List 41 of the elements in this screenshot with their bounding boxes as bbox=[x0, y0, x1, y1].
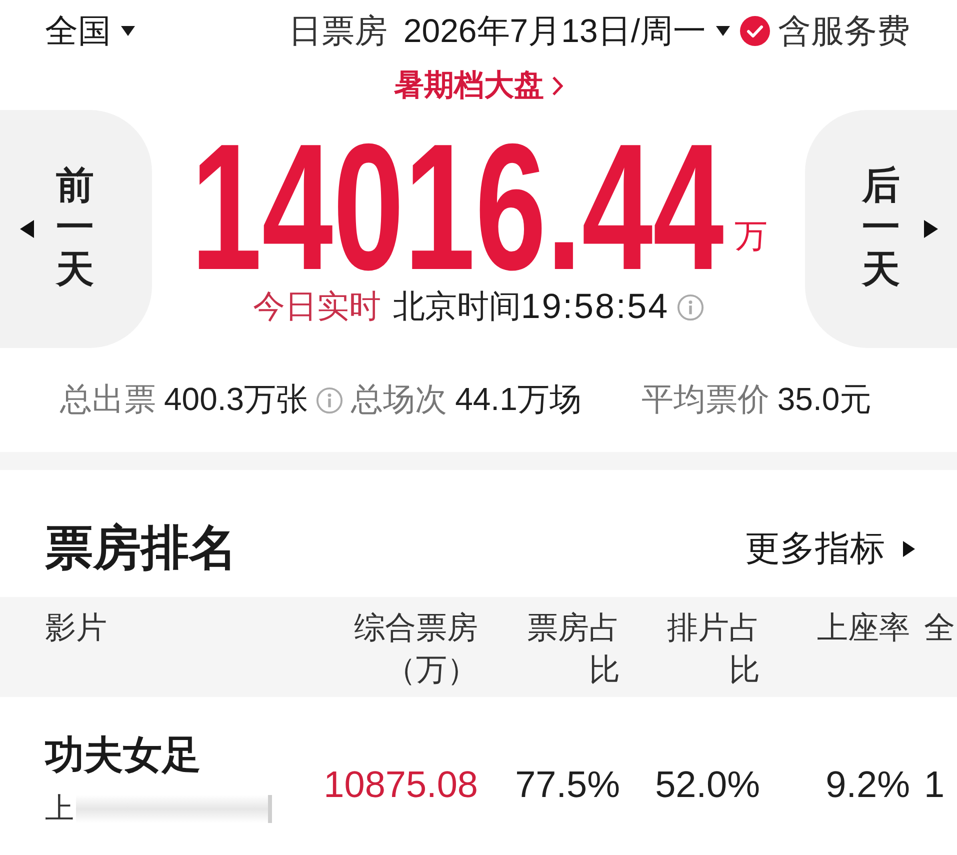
chevron-right-icon bbox=[552, 76, 563, 96]
report-type-label: 日票房 bbox=[288, 11, 388, 51]
table-cell: 9.2% bbox=[826, 763, 910, 807]
movie-subtitle: 上 bbox=[45, 792, 74, 827]
stat-value: 44.1万场 bbox=[455, 380, 582, 419]
caret-icon bbox=[121, 26, 135, 36]
date-dropdown[interactable]: 2026年7月13日/周一 bbox=[403, 10, 730, 52]
info-icon[interactable] bbox=[677, 294, 704, 320]
stat-label: 总出票 bbox=[60, 380, 156, 419]
table-cell: 52.0% bbox=[655, 763, 760, 807]
caret-icon bbox=[716, 26, 730, 36]
next-day-button[interactable]: 后一天 bbox=[805, 110, 957, 348]
info-icon[interactable] bbox=[316, 386, 344, 414]
triangle-right-icon bbox=[924, 220, 938, 238]
column-header[interactable]: 上座率 bbox=[817, 607, 910, 649]
stat-value: 400.3万张 bbox=[164, 380, 308, 419]
triangle-right-icon bbox=[903, 540, 915, 556]
stat-label: 平均票价 bbox=[641, 380, 770, 419]
triangle-left-icon bbox=[20, 220, 34, 238]
column-header[interactable]: 票房占比 bbox=[518, 607, 620, 691]
clock-time: 19:58:54 bbox=[520, 287, 670, 327]
region-dropdown[interactable]: 全国 bbox=[45, 10, 135, 52]
previous-day-button[interactable]: 前一天 bbox=[0, 110, 152, 348]
movie-title[interactable]: 功夫女足 bbox=[45, 733, 201, 779]
column-header[interactable]: 全 bbox=[910, 607, 955, 649]
service-fee-checkbox[interactable]: 含服务费 bbox=[740, 10, 910, 52]
table-cell-text: 1 bbox=[923, 763, 945, 807]
section-title: 票房排名 bbox=[45, 520, 237, 576]
more-metrics-link[interactable]: 更多指标 bbox=[745, 525, 915, 572]
column-header[interactable]: 影片 bbox=[0, 607, 107, 649]
table-cell: 10875.08 bbox=[324, 763, 478, 807]
season-overview-link[interactable]: 暑期档大盘 bbox=[394, 67, 563, 105]
clock-label: 北京时间 bbox=[392, 287, 521, 326]
stat-label: 总场次 bbox=[351, 380, 448, 419]
box-office-total: 14016.44 bbox=[190, 131, 724, 284]
unit-label: 万 bbox=[734, 218, 768, 254]
column-header[interactable]: 排片占比 bbox=[658, 607, 760, 691]
table-cell: 77.5% bbox=[515, 763, 620, 807]
column-header[interactable]: 综合票房（万） bbox=[348, 607, 478, 691]
realtime-label: 今日实时 bbox=[252, 287, 381, 326]
stat-value: 35.0元 bbox=[777, 380, 872, 419]
